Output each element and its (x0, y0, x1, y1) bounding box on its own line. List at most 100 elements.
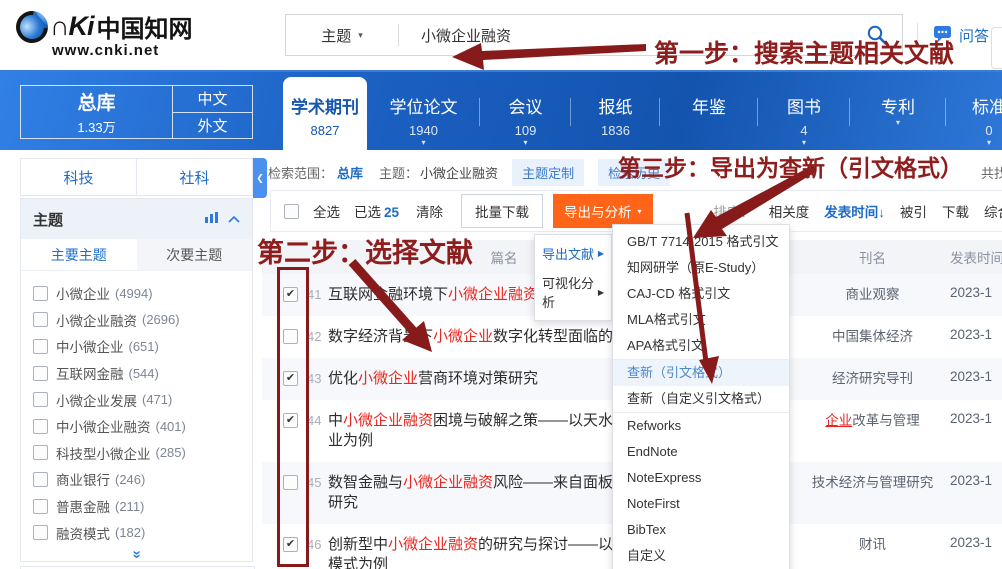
submenu-item[interactable]: MLA格式引文 (613, 307, 789, 333)
title-text: 模式为例 (328, 556, 388, 569)
topic-filter-item[interactable]: 小微企业融资(2696) (21, 307, 252, 334)
topic-subtab[interactable]: 次要主题 (137, 239, 253, 270)
export-analyze-button[interactable]: 导出与分析 ▾ (553, 194, 653, 228)
submenu-item[interactable]: 查新（引文格式） (613, 359, 789, 386)
nav-tab[interactable]: 报纸1836 (571, 72, 660, 150)
topic-checkbox[interactable] (33, 312, 48, 327)
result-journal-link[interactable]: 商业观察 (795, 285, 950, 305)
result-journal-link[interactable]: 中国集体经济 (795, 327, 950, 347)
search-field-dropdown[interactable]: 主题 ▾ (286, 25, 398, 46)
topic-label: 主题： (379, 163, 418, 182)
topic-filter-item[interactable]: 小微企业(4994) (21, 280, 252, 307)
topic-list: 小微企业(4994)小微企业融资(2696)中小微企业(651)互联网金融(54… (21, 271, 252, 546)
select-all-checkbox[interactable] (284, 204, 299, 219)
menu-item-label: 可视化分析 (542, 273, 598, 311)
nav-tab[interactable]: 图书4▾ (758, 72, 850, 150)
topic-filter-item[interactable]: 科技型小微企业(285) (21, 440, 252, 467)
submenu-item[interactable]: Refworks (613, 412, 789, 439)
submenu-item[interactable]: 自定义 (613, 543, 789, 569)
topic-filter-item[interactable]: 商业银行(246) (21, 466, 252, 493)
nav-language-option[interactable]: 中文 (172, 86, 252, 112)
submenu-item[interactable]: 知网研学（原E-Study） (613, 255, 789, 281)
row-checkbox[interactable]: ✔ (283, 413, 298, 428)
search-field-label: 主题 (321, 25, 351, 46)
qa-button[interactable]: 问答 (933, 25, 989, 46)
topic-checkbox[interactable] (33, 525, 48, 540)
submenu-item[interactable]: BibTex (613, 517, 789, 543)
topic-checkbox[interactable] (33, 286, 48, 301)
caret-down-icon: ▾ (802, 140, 806, 146)
submenu-item[interactable]: EndNote (613, 439, 789, 465)
row-checkbox[interactable]: ✔ (283, 537, 298, 552)
sort-option[interactable]: 相关度 (769, 201, 810, 221)
select-all-label[interactable]: 全选 (313, 201, 340, 221)
topic-filter-item[interactable]: 融资模式(182) (21, 519, 252, 546)
submenu-item[interactable]: NoteExpress (613, 465, 789, 491)
row-checkbox[interactable] (283, 329, 298, 344)
menu-item[interactable]: 可视化分析▶ (535, 268, 611, 316)
topic-filter-item[interactable]: 中小微企业融资(401) (21, 413, 252, 440)
breadcrumb-chip[interactable]: 主题定制 (512, 159, 584, 186)
submenu-item[interactable]: CAJ-CD 格式引文 (613, 281, 789, 307)
topic-filter-item[interactable]: 中小微企业(651) (21, 333, 252, 360)
row-checkbox[interactable] (283, 475, 298, 490)
cnki-logo[interactable]: ∩Ki 中国知网 www.cnki.net (16, 9, 193, 59)
sidebar-category-tab[interactable]: 社科 (137, 158, 253, 196)
nav-tab[interactable]: 学位论文1940▾ (367, 72, 480, 150)
clear-selection-button[interactable]: 清除 (416, 201, 443, 221)
sort-option[interactable]: 综合 (984, 201, 1002, 221)
bar-chart-icon[interactable] (205, 210, 218, 228)
nav-tab[interactable]: 标准0▾ (946, 72, 1002, 150)
topic-filter-item[interactable]: 小微企业发展(471) (21, 386, 252, 413)
nav-tab[interactable]: 年鉴 (660, 72, 758, 150)
topic-subtab[interactable]: 主要主题 (21, 239, 137, 270)
search-icon[interactable] (866, 24, 888, 46)
topic-checkbox[interactable] (33, 419, 48, 434)
nav-tab-label: 专利 (881, 93, 915, 118)
total-library-button[interactable]: 总库 1.33万 (21, 86, 172, 138)
row-number: 41 (307, 287, 321, 302)
title-text: 创新型中 (328, 536, 388, 553)
sidebar-category-tab[interactable]: 科技 (20, 158, 137, 196)
menu-item[interactable]: 导出文献▶ (535, 239, 611, 268)
result-journal-link[interactable]: 经济研究导刊 (795, 369, 950, 389)
nav-tab[interactable]: 会议109▾ (480, 72, 571, 150)
submenu-item[interactable]: NoteFirst (613, 491, 789, 517)
topic-checkbox[interactable] (33, 499, 48, 514)
submenu-item[interactable]: 查新（自定义引文格式） (613, 386, 789, 412)
breadcrumb-chip[interactable]: 检索历史 (598, 159, 670, 186)
topic-label: 科技型小微企业 (56, 443, 151, 463)
submenu-item[interactable]: GB/T 7714-2015 格式引文 (613, 229, 789, 255)
batch-download-button[interactable]: 批量下载 (461, 194, 543, 228)
submenu-item[interactable]: APA格式引文 (613, 333, 789, 359)
sidebar-collapse-button[interactable]: ❮ (253, 158, 267, 198)
row-checkbox[interactable]: ✔ (283, 371, 298, 386)
sort-option[interactable]: 被引 (900, 201, 927, 221)
journal-keyword-highlight: 企业 (825, 413, 852, 428)
topic-checkbox[interactable] (33, 366, 48, 381)
topic-filter-item[interactable]: 普惠金融(211) (21, 493, 252, 520)
topic-checkbox[interactable] (33, 445, 48, 460)
nav-tab-count: 4 (800, 123, 807, 138)
sort-option[interactable]: 发表时间↓ (824, 201, 885, 221)
topic-checkbox[interactable] (33, 472, 48, 487)
sort-options: 排序： 相关度发表时间↓被引下载综合 (713, 201, 1002, 221)
nav-tab[interactable]: 专利▾ (850, 72, 946, 150)
result-journal-link[interactable]: 财讯 (795, 535, 950, 555)
sort-option[interactable]: 下载 (942, 201, 969, 221)
topic-checkbox[interactable] (33, 392, 48, 407)
expand-more-button[interactable]: « (21, 546, 252, 568)
brand-latin: ∩Ki (50, 11, 94, 42)
row-checkbox[interactable]: ✔ (283, 287, 298, 302)
result-journal-link[interactable]: 技术经济与管理研究 (795, 473, 950, 493)
result-journal-link[interactable]: 企业改革与管理 (795, 411, 950, 431)
caret-down-icon: ▾ (523, 140, 527, 146)
nav-language-option[interactable]: 外文 (172, 112, 252, 139)
scope-value[interactable]: 总库 (337, 163, 363, 182)
topic-filter-item[interactable]: 互联网金融(544) (21, 360, 252, 387)
nav-tab[interactable]: 学术期刊8827 (283, 77, 367, 150)
topic-checkbox[interactable] (33, 339, 48, 354)
search-input[interactable]: 小微企业融资 (399, 25, 866, 46)
chevron-up-icon[interactable] (228, 216, 240, 223)
caret-down-icon: ▾ (987, 140, 991, 146)
